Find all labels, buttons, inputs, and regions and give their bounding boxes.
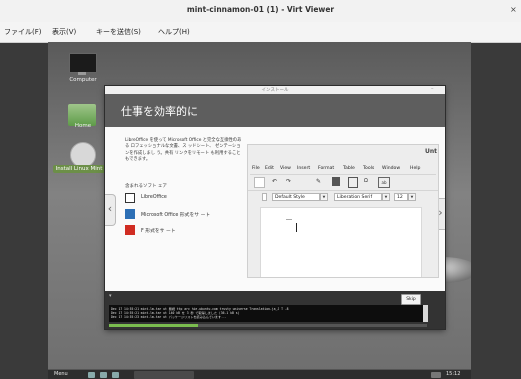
files-launcher-icon[interactable]: [100, 372, 107, 378]
minimize-icon[interactable]: –: [431, 86, 434, 92]
insert-image-icon: [332, 177, 340, 186]
guest-taskbar: Menu 15:12: [48, 369, 471, 379]
menu-help[interactable]: ヘルプ(H): [158, 27, 190, 37]
browser-launcher-icon[interactable]: [112, 372, 119, 378]
software-label: LibreOffice: [141, 195, 167, 200]
undo-icon: ↶: [272, 178, 278, 185]
log-scrollbar[interactable]: [423, 305, 428, 322]
skip-button[interactable]: Skip: [401, 294, 421, 305]
software-label: F 形式をサ ート: [141, 229, 176, 234]
system-tray-icon[interactable]: [431, 372, 441, 378]
software-label: Microsoft Office 形式をサ ート: [141, 213, 211, 218]
chevron-down-icon: ▼: [320, 193, 328, 201]
slide-description: LibreOffice を使って Microsoft Office と完全な互換…: [125, 138, 242, 162]
installer-label[interactable]: Install Linux Mint: [53, 165, 105, 173]
computer-label[interactable]: Computer: [58, 77, 108, 83]
progress-fill: [109, 324, 199, 327]
writer-app-title: Unt: [425, 148, 438, 155]
writer-menu-tools: Tools: [363, 166, 375, 171]
menu-send-key[interactable]: キーを送信(S): [96, 27, 141, 37]
software-item: Microsoft Office 形式をサ ート: [125, 209, 245, 221]
progress-bar: [109, 324, 427, 327]
brush-icon: ✎: [316, 178, 322, 185]
chevron-down-icon: ▼: [382, 193, 390, 201]
writer-toolbar: ↶ ↷ ✎ Ω ab: [250, 174, 436, 189]
insert-table-icon: [348, 177, 358, 188]
pdf-icon: [125, 225, 135, 235]
menubar: [0, 22, 521, 43]
computer-stand: [78, 72, 86, 75]
writer-preview: Unt File Edit View Insert Format Table T…: [247, 144, 439, 278]
writer-menu-format: Format: [318, 166, 335, 171]
log-line: Dec 17 14:55:23 mint-lm-tar ut パッケージリストを…: [111, 315, 227, 319]
slide-heading: 仕事を効率的に: [121, 105, 198, 118]
writer-menu-window: Window: [382, 166, 401, 171]
menu-view[interactable]: 表示(V): [52, 27, 76, 37]
home-label[interactable]: Home: [58, 123, 108, 129]
clock: 15:12: [446, 371, 461, 377]
redo-icon: ↷: [286, 178, 292, 185]
window-title: mint-cinnamon-01 (1) - Virt Viewer: [186, 5, 335, 14]
libreoffice-icon: [125, 193, 135, 203]
terminal-launcher-icon[interactable]: [88, 372, 95, 378]
expander-icon[interactable]: ▾: [109, 293, 112, 299]
new-document-icon: [254, 177, 265, 188]
guest-desktop: Computer Home Install Linux Mint インストール …: [48, 42, 471, 379]
software-item: F 形式をサ ート: [125, 225, 245, 237]
start-menu-button[interactable]: Menu: [54, 371, 68, 377]
dialog-title: インストール: [261, 88, 289, 93]
writer-menu-table: Table: [343, 166, 355, 171]
font-name-box: Liberation Serif: [334, 193, 382, 201]
page-margin-mark: [286, 219, 292, 220]
software-item: LibreOffice: [125, 193, 245, 205]
special-character-icon: Ω: [364, 178, 368, 184]
document-format-icon: [125, 209, 135, 219]
writer-menu-edit: Edit: [265, 166, 274, 171]
previous-slide-button[interactable]: ‹: [105, 194, 116, 226]
included-software-heading: 含まれるソフト ェア: [125, 184, 167, 189]
spellcheck-icon: ab: [378, 177, 390, 188]
slideshow: 仕事を効率的に LibreOffice を使って Microsoft Offic…: [105, 94, 445, 291]
install-log: Dec 17 14:55:21 mint-lm-tar ut 無視 ttp ar…: [109, 305, 427, 322]
styles-icon: [262, 193, 267, 201]
writer-page: [260, 207, 422, 277]
chevron-down-icon: ▼: [408, 193, 416, 201]
writer-menu-view: View: [280, 166, 291, 171]
writer-menu-insert: Insert: [297, 166, 311, 171]
writer-format-bar: Default Style ▼ Liberation Serif ▼ 12 ▼: [248, 190, 438, 203]
writer-menu-help: Help: [410, 166, 421, 171]
install-dialog: インストール – 仕事を効率的に LibreOffice を使って Micros…: [105, 86, 445, 329]
taskbar-window-button[interactable]: [134, 371, 194, 379]
text-cursor: [296, 223, 297, 232]
menu-file[interactable]: ファイル(F): [4, 27, 42, 37]
font-size-box: 12: [394, 193, 408, 201]
writer-menu-file: File: [252, 166, 260, 171]
paragraph-style-box: Default Style: [272, 193, 320, 201]
close-icon[interactable]: ×: [510, 5, 517, 14]
install-progress-area: ▾ Skip Dec 17 14:55:21 mint-lm-tar ut 無視…: [105, 291, 445, 329]
computer-icon[interactable]: [69, 53, 97, 73]
